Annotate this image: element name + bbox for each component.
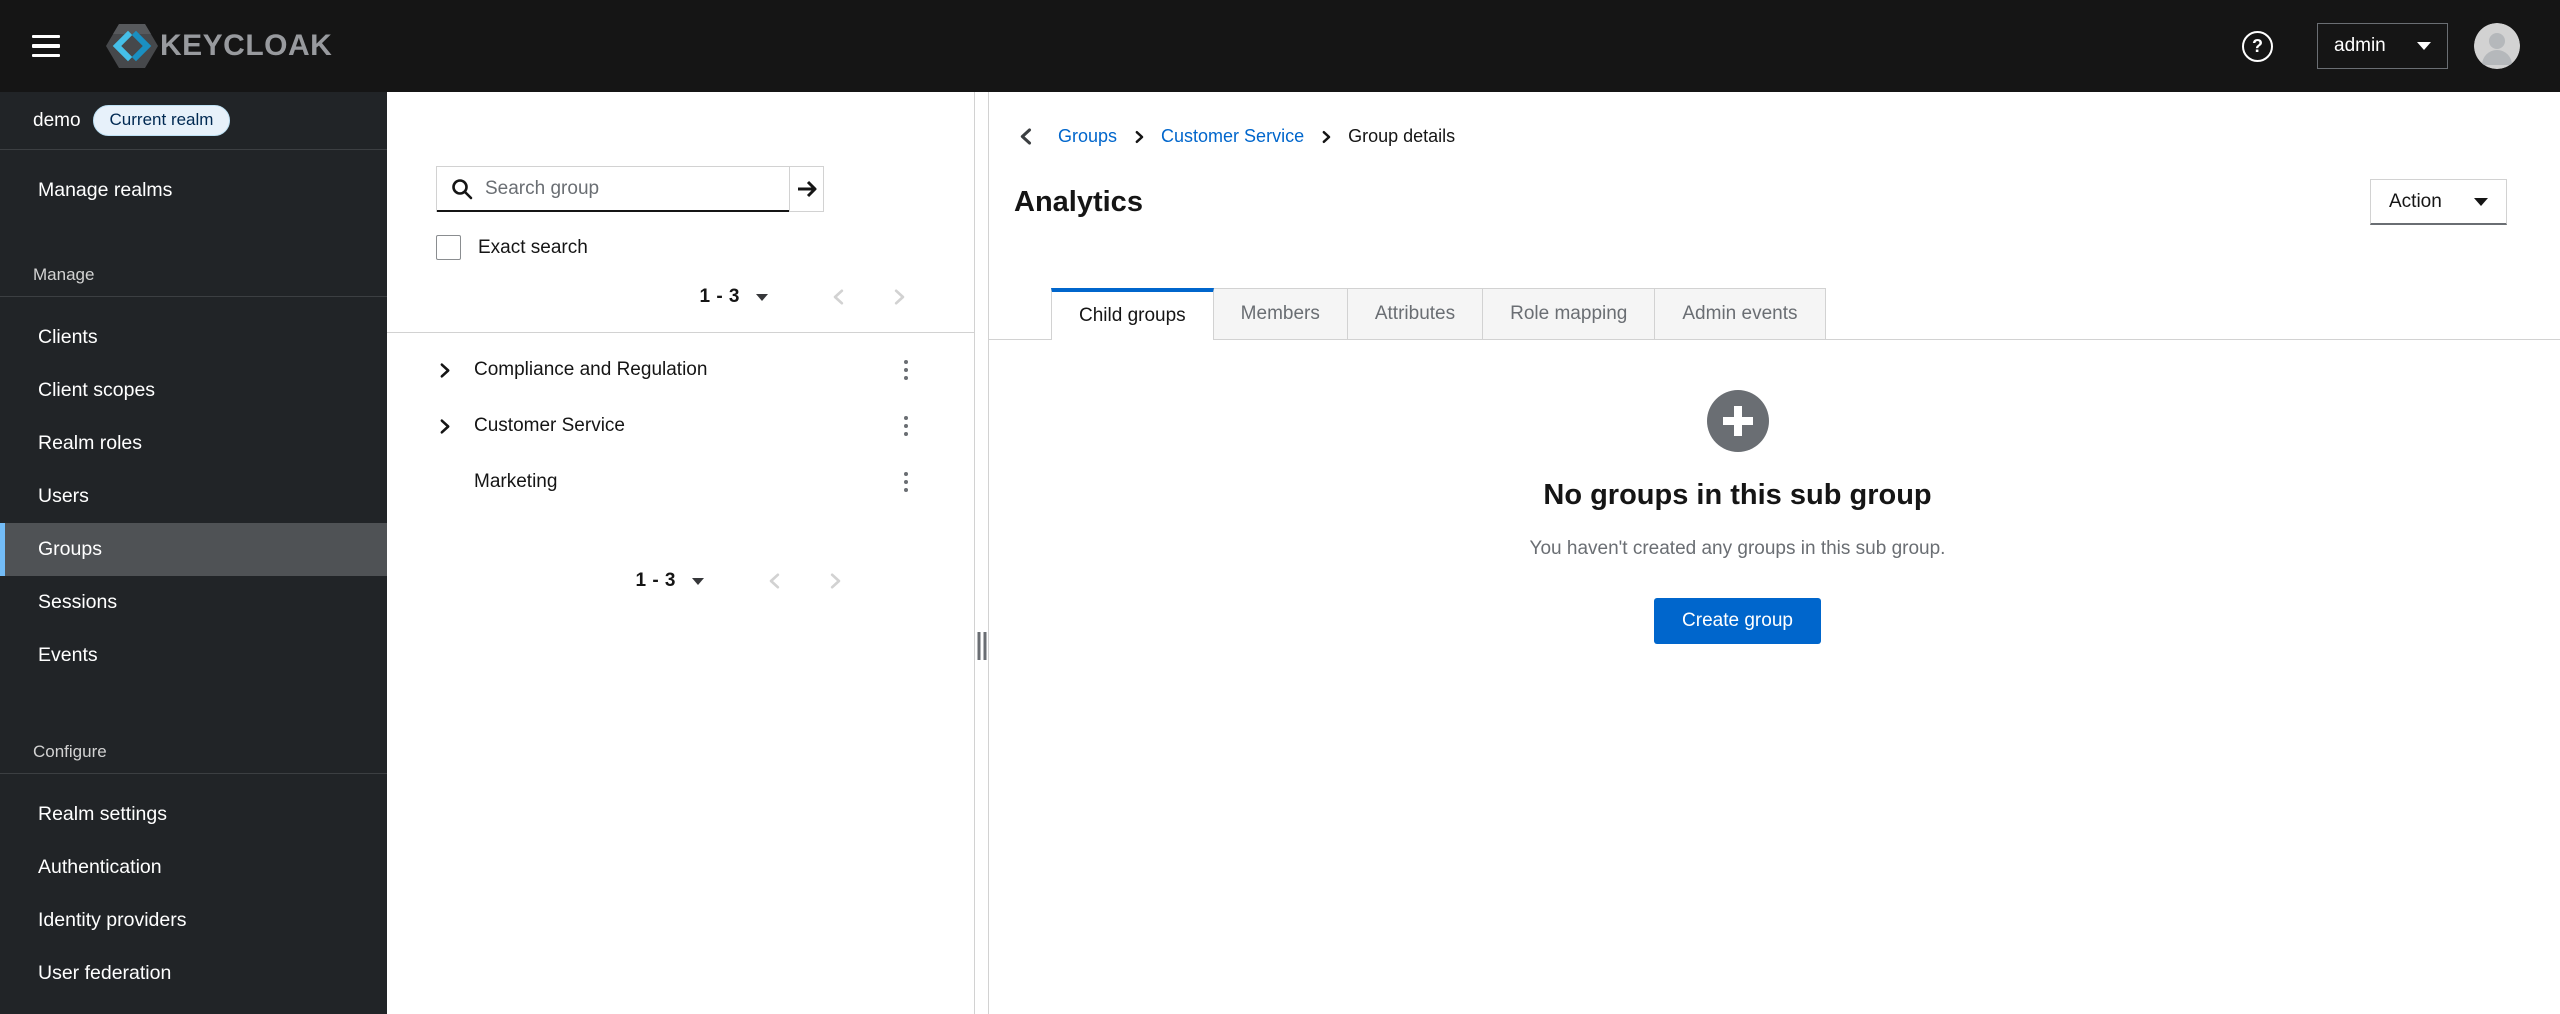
pagination-next-button[interactable] — [826, 572, 844, 590]
keycloak-hexagon-icon — [106, 23, 158, 69]
sidebar-item-clients[interactable]: Clients — [0, 311, 387, 364]
pagination-prev-button[interactable] — [830, 288, 848, 306]
action-dropdown[interactable]: Action — [2370, 179, 2507, 225]
group-tree-row: Compliance and Regulation — [387, 342, 974, 398]
nav-section-manage: Manage — [33, 265, 95, 284]
sidebar-item-events[interactable]: Events — [0, 629, 387, 682]
tree-pagination-top: 1 - 3 — [387, 274, 974, 320]
sidebar-item-realm-roles[interactable]: Realm roles — [0, 417, 387, 470]
create-group-button[interactable]: Create group — [1654, 598, 1821, 644]
chevron-right-icon — [1319, 130, 1333, 144]
chevron-right-icon — [894, 289, 905, 305]
current-realm-badge: Current realm — [92, 105, 231, 136]
plus-circle-icon — [1706, 390, 1769, 452]
chevron-left-icon — [833, 289, 844, 305]
exact-search-label: Exact search — [478, 236, 588, 258]
kebab-menu-icon[interactable] — [898, 466, 915, 499]
group-tree-row: Customer Service — [387, 398, 974, 454]
expand-chevron-icon[interactable] — [436, 362, 474, 379]
group-details-panel: Groups Customer Service Group details An… — [989, 92, 2560, 1014]
exact-search-checkbox[interactable] — [436, 235, 461, 260]
breadcrumb-back-icon[interactable] — [1011, 127, 1042, 146]
empty-state-title: No groups in this sub group — [1543, 479, 1932, 511]
tab-attributes[interactable]: Attributes — [1347, 288, 1484, 340]
sidebar-item-client-scopes[interactable]: Client scopes — [0, 364, 387, 417]
group-link[interactable]: Marketing — [474, 471, 898, 493]
pagination-prev-button[interactable] — [766, 572, 784, 590]
chevron-down-icon — [2417, 42, 2431, 50]
sidebar-item-authentication[interactable]: Authentication — [0, 841, 387, 894]
arrow-right-icon — [797, 180, 816, 198]
user-name: admin — [2334, 35, 2386, 56]
search-submit-button[interactable] — [789, 167, 823, 212]
empty-state-description: You haven't created any groups in this s… — [1529, 538, 1946, 559]
realm-name: demo — [33, 109, 81, 131]
tab-bar: Child groups Members Attributes Role map… — [989, 288, 2560, 340]
breadcrumb: Groups Customer Service Group details — [1011, 126, 2560, 147]
tab-role-mapping[interactable]: Role mapping — [1483, 288, 1656, 340]
avatar[interactable] — [2474, 23, 2520, 69]
breadcrumb-link-groups[interactable]: Groups — [1058, 126, 1117, 147]
chevron-right-icon — [1132, 130, 1146, 144]
group-link[interactable]: Compliance and Regulation — [474, 359, 898, 381]
kebab-menu-icon[interactable] — [898, 354, 915, 387]
group-link[interactable]: Customer Service — [474, 415, 898, 437]
sidebar-item-user-federation[interactable]: User federation — [0, 947, 387, 1000]
tree-pagination-bottom: 1 - 3 — [387, 558, 974, 604]
tab-child-groups[interactable]: Child groups — [1051, 288, 1214, 340]
kebab-menu-icon[interactable] — [898, 410, 915, 443]
hamburger-menu-icon[interactable] — [24, 24, 68, 68]
sidebar-item-manage-realms[interactable]: Manage realms — [0, 164, 387, 217]
drag-grip-icon — [977, 632, 986, 660]
breadcrumb-link-customer-service[interactable]: Customer Service — [1161, 126, 1304, 147]
tab-admin-events[interactable]: Admin events — [1655, 288, 1826, 340]
realm-switcher[interactable]: demo Current realm — [0, 92, 387, 150]
group-tree-panel: Exact search 1 - 3 — [387, 92, 974, 1014]
breadcrumb-current: Group details — [1348, 126, 1456, 146]
search-icon — [452, 178, 473, 199]
masthead: KEYCLOAK ? admin — [0, 0, 2560, 92]
sidebar-item-sessions[interactable]: Sessions — [0, 576, 387, 629]
pagination-next-button[interactable] — [890, 288, 908, 306]
sidebar-item-identity-providers[interactable]: Identity providers — [0, 894, 387, 947]
expand-chevron-icon[interactable] — [436, 418, 474, 435]
page-title: Analytics — [1014, 185, 1143, 218]
user-menu-dropdown[interactable]: admin — [2317, 23, 2448, 69]
tab-members[interactable]: Members — [1213, 288, 1348, 340]
chevron-down-icon — [2474, 197, 2488, 206]
sidebar: demo Current realm Manage realms Manage … — [0, 92, 387, 1014]
sidebar-item-groups[interactable]: Groups — [0, 523, 387, 576]
chevron-down-icon — [756, 293, 768, 301]
help-icon[interactable]: ? — [2242, 30, 2273, 62]
nav-section-configure: Configure — [33, 742, 107, 761]
empty-state: No groups in this sub group You haven't … — [989, 390, 2486, 644]
brand-title: KEYCLOAK — [160, 29, 333, 62]
search-input[interactable] — [485, 167, 789, 210]
keycloak-logo[interactable]: KEYCLOAK — [106, 23, 332, 69]
chevron-right-icon — [830, 573, 841, 589]
group-tree-row: Marketing — [387, 454, 974, 510]
pagination-range-dropdown[interactable]: 1 - 3 — [635, 570, 704, 592]
sidebar-item-realm-settings[interactable]: Realm settings — [0, 788, 387, 841]
chevron-down-icon — [692, 577, 704, 585]
sidebar-item-users[interactable]: Users — [0, 470, 387, 523]
pagination-range-dropdown[interactable]: 1 - 3 — [699, 286, 768, 308]
panel-resize-splitter[interactable] — [974, 92, 989, 1014]
chevron-left-icon — [769, 573, 780, 589]
